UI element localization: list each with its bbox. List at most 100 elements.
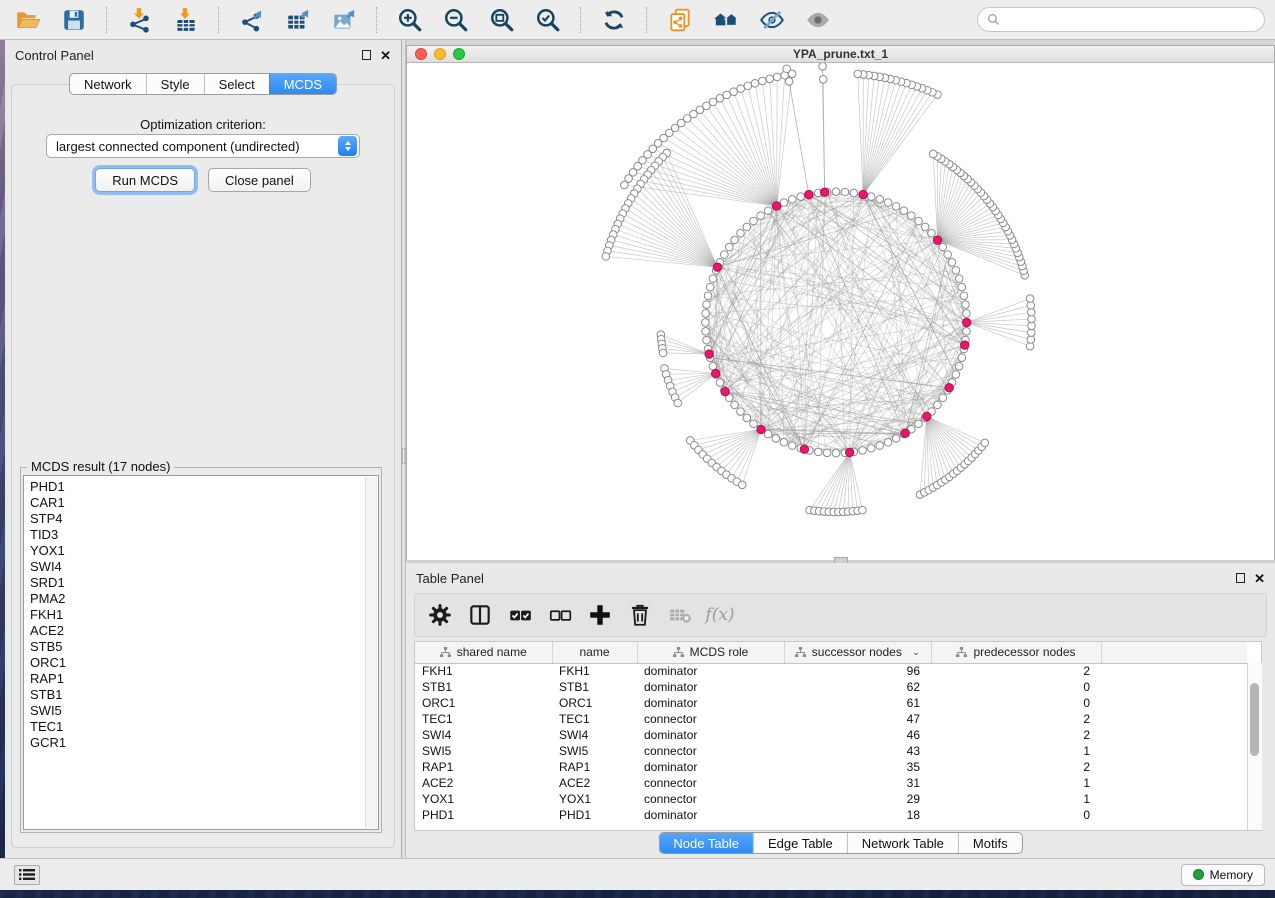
table-row[interactable]: ACE2ACE2connector311 (415, 775, 1247, 791)
tab-motifs[interactable]: Motifs (958, 833, 1022, 853)
table-row[interactable]: PHD1PHD1dominator180 (415, 807, 1247, 823)
mcds-result-item[interactable]: GCR1 (30, 735, 378, 751)
table-scrollbar-thumb[interactable] (1250, 683, 1259, 756)
network-canvas[interactable] (407, 63, 1274, 560)
import-table-icon[interactable] (172, 6, 199, 33)
memory-label: Memory (1210, 868, 1253, 882)
close-panel-icon[interactable]: ✕ (380, 49, 391, 62)
deselect-all-icon[interactable] (547, 602, 573, 628)
float-panel-icon[interactable] (1236, 573, 1245, 583)
duplicate-network-icon[interactable] (666, 6, 693, 33)
col-header-predecessor-nodes[interactable]: predecessor nodes (931, 642, 1101, 663)
table-cell: 96 (784, 663, 931, 679)
table-cell: SWI4 (552, 727, 637, 743)
close-panel-button[interactable]: Close panel (208, 168, 311, 192)
task-history-button[interactable] (14, 865, 40, 885)
mcds-result-item[interactable]: STB1 (30, 687, 378, 703)
show-all-icon[interactable] (804, 6, 831, 33)
export-network-icon[interactable] (238, 6, 265, 33)
first-neighbors-icon[interactable] (712, 6, 739, 33)
zoom-in-icon[interactable] (396, 6, 423, 33)
table-cell: ACE2 (415, 775, 552, 791)
mcds-result-item[interactable]: RAP1 (30, 671, 378, 687)
table-cell-filler (1101, 791, 1247, 807)
save-session-icon[interactable] (60, 6, 87, 33)
table-cell-filler (1101, 663, 1247, 679)
show-columns-icon[interactable] (467, 602, 493, 628)
refresh-layout-icon[interactable] (600, 6, 627, 33)
tab-network[interactable]: Network (70, 74, 146, 94)
mcds-result-item[interactable]: STB5 (30, 639, 378, 655)
close-panel-icon[interactable]: ✕ (1254, 572, 1265, 585)
table-row[interactable]: TEC1TEC1connector472 (415, 711, 1247, 727)
control-panel-tabs: Network Style Select MCDS (69, 73, 337, 95)
table-row[interactable]: SWI4SWI4dominator462 (415, 727, 1247, 743)
mcds-result-item[interactable]: FKH1 (30, 607, 378, 623)
table-cell: 2 (931, 711, 1101, 727)
mcds-result-item[interactable]: PMA2 (30, 591, 378, 607)
table-row[interactable]: FKH1FKH1dominator962 (415, 663, 1247, 679)
splitter-handle[interactable] (402, 448, 405, 464)
network-window-titlebar[interactable]: YPA_prune.txt_1 (407, 46, 1274, 63)
table-row[interactable]: STB1STB1dominator620 (415, 679, 1247, 695)
zoom-fit-icon[interactable] (488, 6, 515, 33)
tab-node-table[interactable]: Node Table (659, 833, 753, 853)
table-cell: dominator (637, 663, 784, 679)
mcds-result-list[interactable]: PHD1CAR1STP4TID3YOX1SWI4SRD1PMA2FKH1ACE2… (23, 475, 379, 830)
col-header-mcds-role[interactable]: MCDS role (637, 642, 784, 663)
mcds-result-item[interactable]: PHD1 (30, 479, 378, 495)
table-scrollbar[interactable] (1247, 663, 1262, 830)
settings-gear-icon[interactable] (427, 602, 453, 628)
mcds-list-scrollbar[interactable] (365, 477, 377, 828)
memory-button[interactable]: Memory (1181, 864, 1265, 886)
tab-select[interactable]: Select (204, 74, 269, 94)
zoom-out-icon[interactable] (442, 6, 469, 33)
sort-descending-icon: ⌄ (912, 647, 920, 658)
function-builder-icon[interactable]: f(x) (707, 602, 733, 628)
mcds-result-item[interactable]: TEC1 (30, 719, 378, 735)
export-image-icon[interactable] (330, 6, 357, 33)
mcds-result-item[interactable]: YOX1 (30, 543, 378, 559)
col-header-shared-name[interactable]: shared name (415, 642, 552, 663)
col-header-name[interactable]: name (552, 642, 637, 663)
add-row-icon[interactable] (587, 602, 613, 628)
mcds-result-item[interactable]: ACE2 (30, 623, 378, 639)
export-table-icon[interactable] (284, 6, 311, 33)
mcds-result-item[interactable]: CAR1 (30, 495, 378, 511)
zoom-selected-icon[interactable] (534, 6, 561, 33)
table-cell: dominator (637, 727, 784, 743)
select-all-icon[interactable] (507, 602, 533, 628)
search-input[interactable] (1005, 13, 1255, 27)
table-cell: STB1 (552, 679, 637, 695)
table-row[interactable]: ORC1ORC1dominator610 (415, 695, 1247, 711)
float-panel-icon[interactable] (362, 50, 371, 60)
toolbar-separator (376, 7, 377, 33)
mcds-result-item[interactable]: SWI5 (30, 703, 378, 719)
mcds-result-item[interactable]: ORC1 (30, 655, 378, 671)
table-row[interactable]: RAP1RAP1dominator352 (415, 759, 1247, 775)
table-row[interactable]: YOX1YOX1connector291 (415, 791, 1247, 807)
workspace: YPA_prune.txt_1 Table Panel (406, 40, 1275, 858)
table-panel-title: Table Panel (416, 571, 484, 586)
network-view-window: YPA_prune.txt_1 (406, 45, 1275, 560)
run-mcds-button[interactable]: Run MCDS (95, 168, 195, 192)
table-row[interactable]: SWI5SWI5connector431 (415, 743, 1247, 759)
hide-selected-icon[interactable] (758, 6, 785, 33)
open-file-icon[interactable] (14, 6, 41, 33)
tab-network-table[interactable]: Network Table (847, 833, 958, 853)
tab-mcds[interactable]: MCDS (269, 74, 336, 94)
mcds-result-item[interactable]: STP4 (30, 511, 378, 527)
optimization-dropdown[interactable]: largest connected component (undirected) (46, 134, 360, 158)
tab-style[interactable]: Style (146, 74, 204, 94)
mcds-result-item[interactable]: TID3 (30, 527, 378, 543)
mcds-result-item[interactable]: SWI4 (30, 559, 378, 575)
table-cell: dominator (637, 759, 784, 775)
import-network-icon[interactable] (126, 6, 153, 33)
search-input-wrap[interactable] (977, 7, 1265, 32)
table-cell: connector (637, 791, 784, 807)
delete-rows-icon[interactable] (627, 602, 653, 628)
tab-edge-table[interactable]: Edge Table (753, 833, 847, 853)
delete-table-icon[interactable] (667, 602, 693, 628)
col-header-successor-nodes[interactable]: successor nodes⌄ (784, 642, 931, 663)
mcds-result-item[interactable]: SRD1 (30, 575, 378, 591)
